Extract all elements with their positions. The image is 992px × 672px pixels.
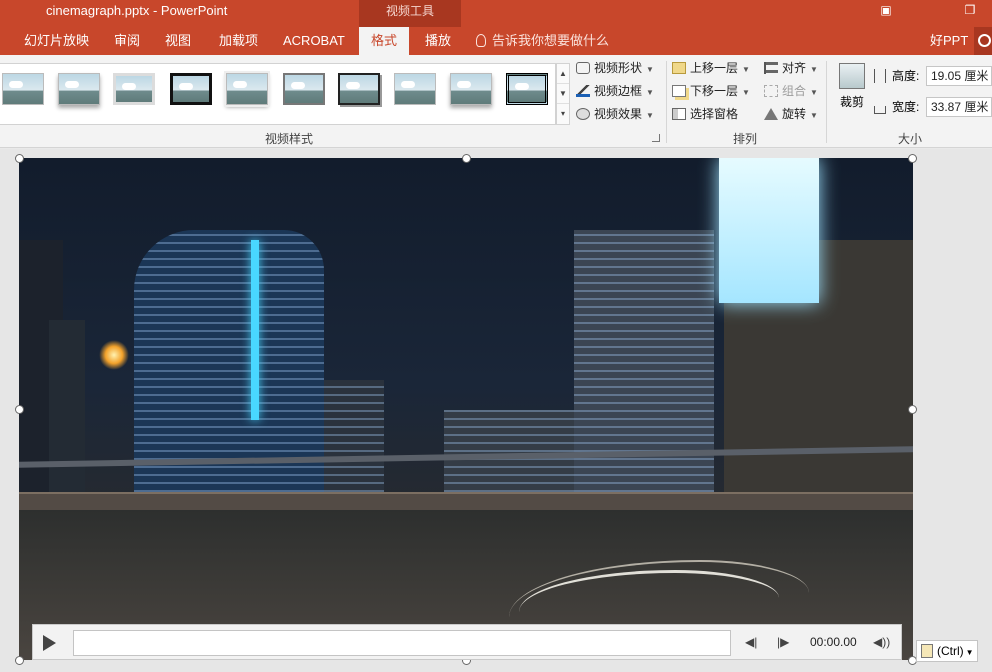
- video-effects-button[interactable]: 视频效果 ▼: [576, 104, 654, 124]
- video-scene: [19, 492, 913, 510]
- paste-options-button[interactable]: (Ctrl) ▼: [916, 640, 978, 662]
- style-thumbnail[interactable]: [283, 73, 325, 105]
- lightbulb-icon: [476, 34, 486, 47]
- clipboard-icon: [921, 644, 933, 658]
- resize-handle[interactable]: [15, 154, 24, 163]
- effects-icon: [576, 108, 590, 120]
- tab-addins[interactable]: 加载项: [217, 27, 260, 55]
- tab-playback[interactable]: 播放: [423, 27, 453, 55]
- restore-icon[interactable]: ▣: [864, 0, 908, 22]
- video-border-button[interactable]: 视频边框 ▼: [576, 81, 654, 101]
- scroll-up-icon[interactable]: ▲: [557, 64, 569, 84]
- step-forward-icon[interactable]: |▶: [777, 635, 789, 649]
- style-thumbnail[interactable]: [113, 73, 155, 105]
- group-label: 组合: [782, 84, 807, 98]
- tab-format[interactable]: 格式: [359, 27, 409, 55]
- send-backward-icon: [672, 85, 686, 97]
- tab-view[interactable]: 视图: [163, 27, 193, 55]
- bring-forward-icon: [672, 62, 686, 74]
- maximize-icon[interactable]: ❐: [948, 0, 992, 22]
- pen-icon: [576, 85, 590, 97]
- media-controls: ◀| |▶ 00:00.00 ◀)): [32, 624, 902, 660]
- group-button[interactable]: 组合 ▼: [764, 81, 818, 101]
- group-icon: [764, 85, 778, 97]
- group-label-video-styles: 视频样式: [265, 132, 314, 146]
- play-icon[interactable]: [43, 635, 56, 651]
- video-style-gallery: [0, 63, 556, 125]
- title-bar: cinemagraph.pptx - PowerPoint 视频工具 ▣ ❐: [0, 0, 992, 27]
- style-thumbnail[interactable]: [506, 73, 548, 105]
- tab-acrobat[interactable]: ACROBAT: [281, 27, 347, 55]
- resize-handle[interactable]: [908, 405, 917, 414]
- more-icon[interactable]: ▾: [557, 104, 569, 124]
- video-scene: [251, 240, 259, 420]
- bring-forward-label: 上移一层: [690, 61, 739, 75]
- user-avatar-icon[interactable]: [974, 27, 992, 55]
- crop-button[interactable]: 裁剪: [836, 63, 868, 113]
- rotate-label: 旋转: [782, 107, 807, 121]
- resize-handle[interactable]: [908, 154, 917, 163]
- volume-icon[interactable]: ◀)): [873, 635, 890, 649]
- video-border-label: 视频边框: [594, 84, 643, 98]
- tell-me-search[interactable]: 告诉我你想要做什么: [476, 27, 609, 55]
- style-thumbnail[interactable]: [2, 73, 44, 105]
- width-icon: [874, 106, 886, 114]
- rotate-button[interactable]: 旋转 ▼: [764, 104, 818, 124]
- video-shape-label: 视频形状: [594, 61, 643, 75]
- style-thumbnail[interactable]: [58, 73, 100, 105]
- video-tools-context-label: 视频工具: [359, 0, 461, 27]
- video-effects-label: 视频效果: [594, 107, 643, 121]
- ribbon-tabs: 幻灯片放映 审阅 视图 加载项 ACROBAT 格式 播放 告诉我你想要做什么 …: [0, 27, 992, 55]
- align-icon: [764, 62, 778, 74]
- height-input[interactable]: 19.05 厘米: [926, 66, 992, 86]
- group-label-size: 大小: [898, 132, 923, 146]
- window-title: cinemagraph.pptx - PowerPoint: [46, 3, 228, 18]
- tab-review[interactable]: 审阅: [112, 27, 142, 55]
- selection-pane-label: 选择窗格: [690, 107, 739, 121]
- playback-time: 00:00.00: [810, 635, 857, 649]
- resize-handle[interactable]: [15, 405, 24, 414]
- paste-options-label: (Ctrl): [937, 644, 964, 658]
- selection-pane-button[interactable]: 选择窗格: [672, 104, 738, 124]
- align-label: 对齐: [782, 61, 807, 75]
- ribbon: ▲ ▼ ▾ 视频形状 ▼ 视频边框 ▼ 视频效果 ▼ 视频样式 上移一层 ▼ 下移一层 ▼…: [0, 55, 992, 148]
- height-icon: [874, 69, 886, 83]
- style-thumbnail[interactable]: [170, 73, 212, 105]
- group-label-arrange: 排列: [733, 132, 758, 146]
- resize-handle[interactable]: [15, 656, 24, 665]
- style-thumbnail[interactable]: [394, 73, 436, 105]
- width-input[interactable]: 33.87 厘米: [926, 97, 992, 117]
- scroll-down-icon[interactable]: ▼: [557, 84, 569, 104]
- style-thumbnail[interactable]: [226, 73, 268, 105]
- bring-forward-button[interactable]: 上移一层 ▼: [672, 58, 750, 78]
- group-separator: [666, 61, 667, 143]
- shape-icon: [576, 62, 590, 74]
- rotate-icon: [764, 108, 778, 120]
- style-thumbnail[interactable]: [338, 73, 380, 105]
- align-button[interactable]: 对齐 ▼: [764, 58, 818, 78]
- crop-icon: [839, 63, 865, 89]
- resize-handle[interactable]: [462, 154, 471, 163]
- gallery-scroll[interactable]: ▲ ▼ ▾: [556, 63, 570, 125]
- send-backward-label: 下移一层: [690, 84, 739, 98]
- dialog-launcher-icon[interactable]: [652, 134, 660, 142]
- timeline-bar[interactable]: [73, 630, 731, 656]
- style-thumbnail[interactable]: [450, 73, 492, 105]
- video-frame[interactable]: [19, 158, 913, 660]
- group-separator: [826, 61, 827, 143]
- crop-label: 裁剪: [839, 95, 864, 109]
- video-scene: [99, 340, 129, 370]
- video-scene: [719, 158, 819, 303]
- tab-slideshow[interactable]: 幻灯片放映: [22, 27, 91, 55]
- user-name[interactable]: 好PPT: [930, 27, 968, 55]
- video-shape-button[interactable]: 视频形状 ▼: [576, 58, 654, 78]
- send-backward-button[interactable]: 下移一层 ▼: [672, 81, 750, 101]
- selection-pane-icon: [672, 108, 686, 120]
- tell-me-text: 告诉我你想要做什么: [492, 33, 610, 48]
- step-back-icon[interactable]: ◀|: [745, 635, 757, 649]
